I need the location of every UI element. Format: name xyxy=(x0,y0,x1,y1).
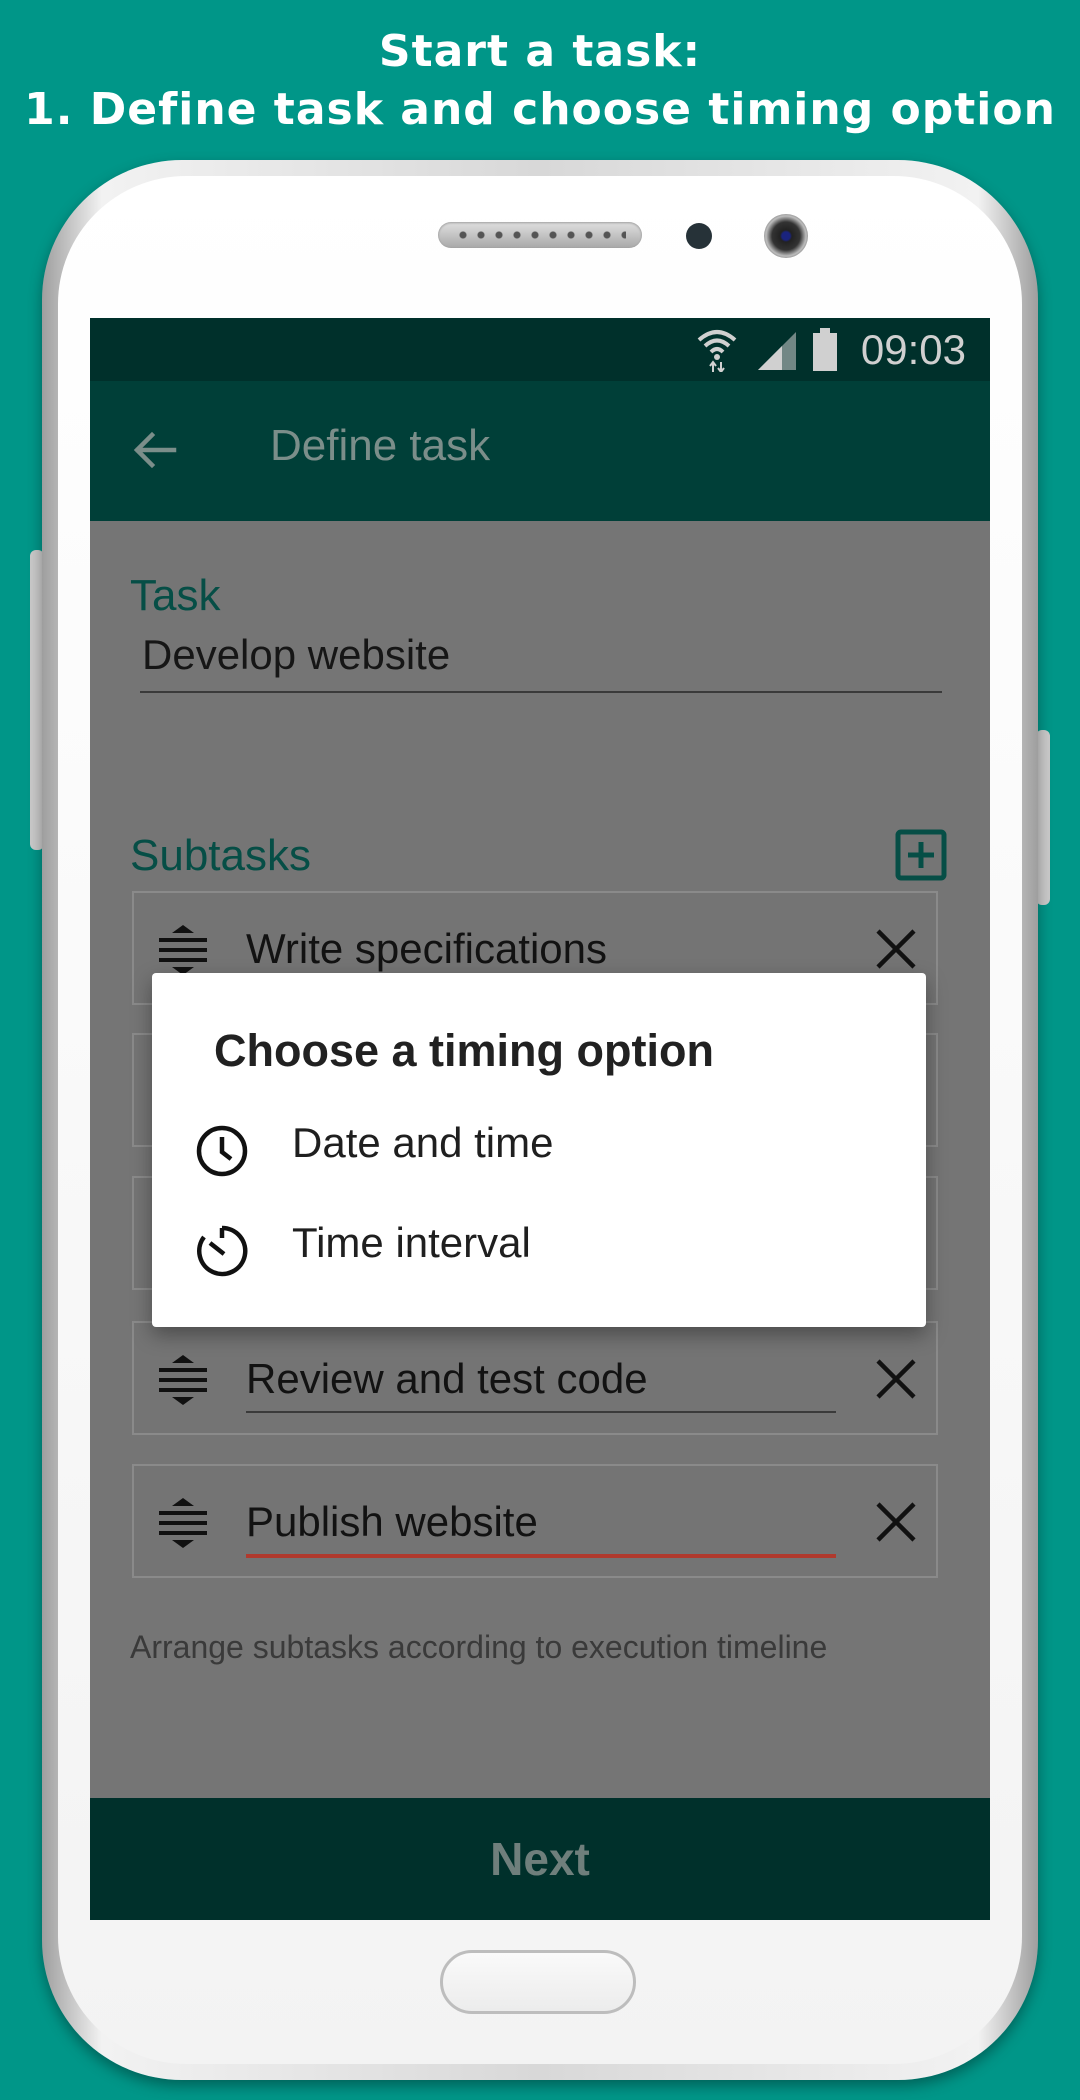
close-icon[interactable] xyxy=(874,1500,918,1544)
drag-handle-icon[interactable] xyxy=(156,1498,210,1548)
subtask-row[interactable]: Publish website xyxy=(132,1464,938,1578)
drag-handle-icon[interactable] xyxy=(156,925,210,975)
close-icon[interactable] xyxy=(874,927,918,971)
subtask-input[interactable]: Review and test code xyxy=(246,1347,836,1413)
caption-line-1: Start a task: xyxy=(378,26,702,77)
option-time-interval[interactable]: Time interval xyxy=(152,1203,926,1293)
next-button[interactable]: Next xyxy=(90,1798,990,1920)
task-input[interactable]: Develop website xyxy=(140,619,942,693)
phone-side-button-right xyxy=(1036,730,1050,905)
clock-icon xyxy=(196,1125,248,1177)
signal-icon xyxy=(758,332,796,370)
drag-handle-icon[interactable] xyxy=(156,1355,210,1405)
subtasks-label: Subtasks xyxy=(130,831,311,880)
task-label: Task xyxy=(130,571,221,620)
caption-line-2: 1. Define task and choose timing option xyxy=(24,84,1056,135)
app-bar-title: Define task xyxy=(270,421,491,470)
status-bar: 09:03 xyxy=(90,318,990,381)
battery-icon xyxy=(813,328,837,371)
phone-home-button[interactable] xyxy=(440,1950,636,2014)
option-label: Date and time xyxy=(292,1119,554,1166)
timer-icon xyxy=(197,1225,248,1277)
status-time: 09:03 xyxy=(860,326,966,373)
option-label: Time interval xyxy=(292,1219,531,1266)
option-date-and-time[interactable]: Date and time xyxy=(152,1103,926,1193)
add-box-icon[interactable] xyxy=(895,829,947,881)
subtask-input[interactable]: Publish website xyxy=(246,1490,836,1558)
phone-sensor xyxy=(686,223,712,249)
app-bar: Define task xyxy=(90,381,990,521)
app-screen: 09:03 Define task Task Develop website S… xyxy=(90,318,990,1920)
timing-option-dialog: Choose a timing option Date and time Tim… xyxy=(152,973,926,1327)
arrow-left-icon[interactable] xyxy=(130,425,180,475)
close-icon[interactable] xyxy=(874,1357,918,1401)
wifi-icon xyxy=(697,330,737,372)
phone-camera xyxy=(764,214,808,258)
dialog-title: Choose a timing option xyxy=(214,1025,714,1076)
subtasks-hint: Arrange subtasks according to execution … xyxy=(130,1629,828,1665)
subtask-row[interactable]: Review and test code xyxy=(132,1321,938,1435)
phone-speaker xyxy=(438,222,642,248)
